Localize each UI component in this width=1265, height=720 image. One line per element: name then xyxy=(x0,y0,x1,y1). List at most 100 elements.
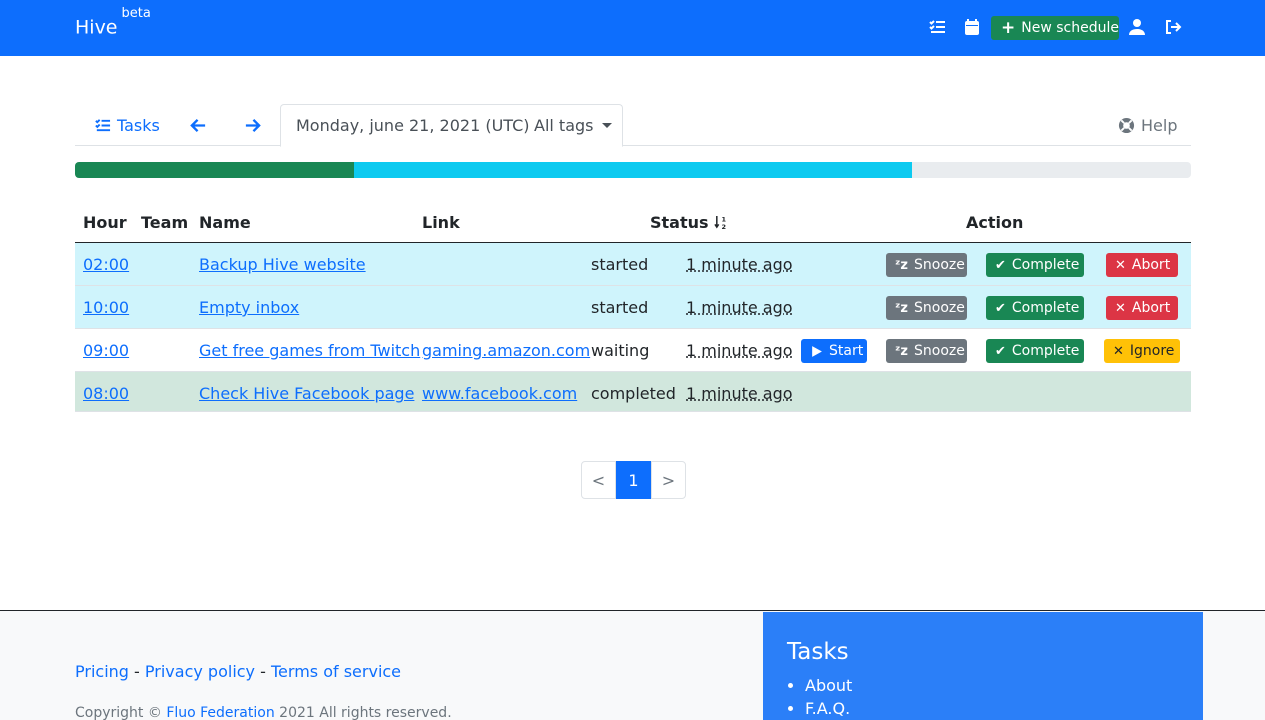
pagination-page-1[interactable]: 1 xyxy=(616,461,651,499)
arrow-left-icon xyxy=(190,117,207,134)
column-header-hour: Hour xyxy=(83,213,127,232)
complete-button[interactable]: ✔ Complete xyxy=(986,339,1084,363)
table-row: 10:00 Empty inbox started 1 minute ago ᶻ… xyxy=(75,286,1191,329)
help-label: Help xyxy=(1141,116,1177,135)
task-external-link[interactable]: www.facebook.com xyxy=(422,384,577,403)
footer-links: Pricing - Privacy policy - Terms of serv… xyxy=(75,662,401,681)
times-icon: ✕ xyxy=(1113,344,1124,359)
footer-about-link[interactable]: About xyxy=(805,676,852,695)
brand-name: Hive xyxy=(75,16,118,38)
column-header-team: Team xyxy=(141,213,188,232)
times-icon: ✕ xyxy=(1115,301,1126,316)
tab-date[interactable]: Monday, june 21, 2021 (UTC) xyxy=(296,104,530,146)
footer-box-title: Tasks xyxy=(787,639,849,665)
start-button[interactable]: Start xyxy=(801,339,867,363)
status-text: completed xyxy=(591,384,676,403)
progress-completed-segment xyxy=(75,162,354,178)
sign-out-icon[interactable] xyxy=(1164,18,1184,38)
complete-button[interactable]: ✔ Complete xyxy=(986,253,1084,277)
copyright: Copyright © Fluo Federation 2021 All rig… xyxy=(75,705,452,720)
tab-tasks[interactable]: Tasks xyxy=(94,104,160,146)
status-text: started xyxy=(591,255,648,274)
new-schedule-label: New schedule xyxy=(1021,20,1119,36)
life-ring-icon xyxy=(1118,117,1135,134)
column-header-status-label: Status xyxy=(650,213,709,232)
next-day-button[interactable] xyxy=(244,104,261,146)
snooze-label: Snooze xyxy=(914,343,965,359)
status-time: 1 minute ago xyxy=(686,384,793,403)
calendar-icon[interactable] xyxy=(963,18,983,38)
terms-of-service-link[interactable]: Terms of service xyxy=(271,662,401,681)
abort-button[interactable]: ✕ Abort xyxy=(1106,296,1178,320)
task-name-link[interactable]: Empty inbox xyxy=(199,298,299,317)
abort-label: Abort xyxy=(1132,300,1170,316)
snooze-button[interactable]: ᶻz Snooze xyxy=(886,253,967,277)
play-icon xyxy=(810,345,823,358)
footer-separator: - xyxy=(260,662,266,681)
table-row: 08:00 Check Hive Facebook page www.faceb… xyxy=(75,372,1191,412)
status-time: 1 minute ago xyxy=(686,255,793,274)
hour-link[interactable]: 08:00 xyxy=(83,384,129,403)
snooze-icon: ᶻz xyxy=(895,344,908,359)
check-icon: ✔ xyxy=(995,344,1006,359)
footer-tasks-box: Tasks About F.A.Q. xyxy=(763,612,1203,720)
progress-started-segment xyxy=(354,162,912,178)
fluo-federation-link[interactable]: Fluo Federation xyxy=(166,705,274,720)
task-external-link[interactable]: gaming.amazon.com xyxy=(422,341,590,360)
complete-label: Complete xyxy=(1012,257,1079,273)
previous-day-button[interactable] xyxy=(190,104,207,146)
help-link[interactable]: Help xyxy=(1118,104,1177,146)
task-name-link[interactable]: Backup Hive website xyxy=(199,255,366,274)
tab-date-label: Monday, june 21, 2021 (UTC) xyxy=(296,116,530,135)
privacy-policy-link[interactable]: Privacy policy xyxy=(145,662,255,681)
complete-button[interactable]: ✔ Complete xyxy=(986,296,1084,320)
start-label: Start xyxy=(829,343,863,359)
tags-dropdown-label: All tags xyxy=(534,116,594,135)
task-name-link[interactable]: Check Hive Facebook page xyxy=(199,384,414,403)
hour-link[interactable]: 02:00 xyxy=(83,255,129,274)
footer-faq-link[interactable]: F.A.Q. xyxy=(805,699,852,718)
status-time: 1 minute ago xyxy=(686,298,793,317)
column-header-link: Link xyxy=(422,213,460,232)
snooze-icon: ᶻz xyxy=(895,301,908,316)
footer-separator: - xyxy=(134,662,140,681)
copyright-suffix: 2021 All rights reserved. xyxy=(279,705,451,720)
column-header-status[interactable]: Status 12 xyxy=(650,213,729,232)
task-name-link[interactable]: Get free games from Twitch xyxy=(199,341,420,360)
caret-down-icon xyxy=(602,123,612,128)
daily-progress-bar xyxy=(75,162,1191,178)
ignore-label: Ignore xyxy=(1130,343,1175,359)
abort-button[interactable]: ✕ Abort xyxy=(1106,253,1178,277)
footer-box-list: About F.A.Q. xyxy=(805,676,852,720)
check-icon: ✔ xyxy=(995,258,1006,273)
brand-beta-badge: beta xyxy=(122,6,151,21)
footer: Pricing - Privacy policy - Terms of serv… xyxy=(0,610,1265,720)
tab-tasks-label: Tasks xyxy=(117,116,160,135)
pagination: < 1 > xyxy=(581,461,686,499)
pagination-next[interactable]: > xyxy=(651,461,686,499)
table-row: 02:00 Backup Hive website started 1 minu… xyxy=(75,243,1191,286)
hour-link[interactable]: 09:00 xyxy=(83,341,129,360)
brand-logo[interactable]: Hivebeta xyxy=(75,15,151,38)
snooze-button[interactable]: ᶻz Snooze xyxy=(886,296,967,320)
check-icon: ✔ xyxy=(995,301,1006,316)
status-text: started xyxy=(591,298,648,317)
ignore-button[interactable]: ✕ Ignore xyxy=(1104,339,1180,363)
hour-link[interactable]: 10:00 xyxy=(83,298,129,317)
tags-dropdown[interactable]: All tags xyxy=(534,104,612,146)
pricing-link[interactable]: Pricing xyxy=(75,662,129,681)
complete-label: Complete xyxy=(1012,343,1079,359)
snooze-label: Snooze xyxy=(914,257,965,273)
snooze-button[interactable]: ᶻz Snooze xyxy=(886,339,967,363)
user-icon[interactable] xyxy=(1128,18,1148,38)
svg-text:2: 2 xyxy=(721,223,726,230)
abort-label: Abort xyxy=(1132,257,1170,273)
new-schedule-button[interactable]: + New schedule xyxy=(991,16,1119,40)
tasks-icon[interactable] xyxy=(928,18,948,38)
column-header-action: Action xyxy=(966,213,1023,232)
pagination-prev[interactable]: < xyxy=(581,461,616,499)
times-icon: ✕ xyxy=(1115,258,1126,273)
snooze-label: Snooze xyxy=(914,300,965,316)
snooze-icon: ᶻz xyxy=(895,258,908,273)
sort-icon: 12 xyxy=(714,215,729,230)
